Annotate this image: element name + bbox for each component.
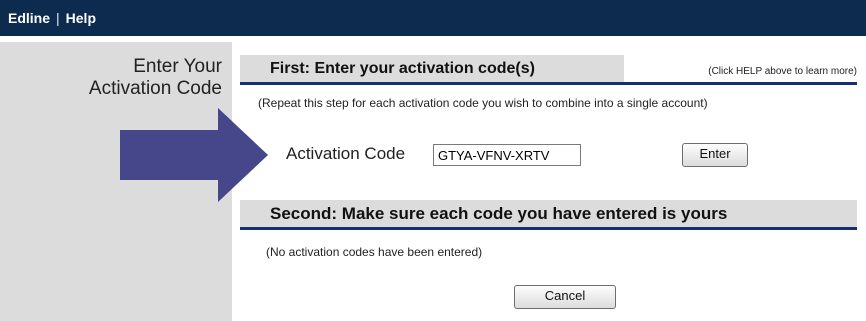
- activation-code-input[interactable]: [433, 144, 581, 166]
- top-nav-links: Edline | Help: [8, 10, 96, 26]
- page-title-line2: Activation Code: [88, 78, 222, 99]
- page-title: Enter Your Activation Code: [89, 56, 222, 100]
- no-codes-message: (No activation codes have been entered): [266, 245, 483, 259]
- repeat-instructions: (Repeat this step for each activation co…: [258, 96, 708, 110]
- step1-heading: First: Enter your activation code(s): [240, 55, 624, 83]
- step1-header: First: Enter your activation code(s) (Cl…: [240, 55, 857, 85]
- enter-button[interactable]: Enter: [682, 143, 748, 167]
- nav-separator: |: [56, 10, 60, 26]
- cancel-button[interactable]: Cancel: [514, 285, 616, 309]
- top-navigation-bar: Edline | Help: [0, 0, 866, 36]
- help-link[interactable]: Help: [66, 10, 96, 26]
- page-title-line1: Enter Your: [133, 56, 222, 77]
- right-arrow-icon: [120, 108, 268, 202]
- help-note: (Click HELP above to learn more): [708, 66, 857, 77]
- step2-heading: Second: Make sure each code you have ent…: [240, 200, 857, 228]
- step2-rule: [240, 227, 857, 230]
- step2-header: Second: Make sure each code you have ent…: [240, 200, 857, 230]
- step1-rule: [240, 82, 857, 85]
- activation-code-label: Activation Code: [286, 144, 406, 163]
- edline-link[interactable]: Edline: [8, 10, 50, 26]
